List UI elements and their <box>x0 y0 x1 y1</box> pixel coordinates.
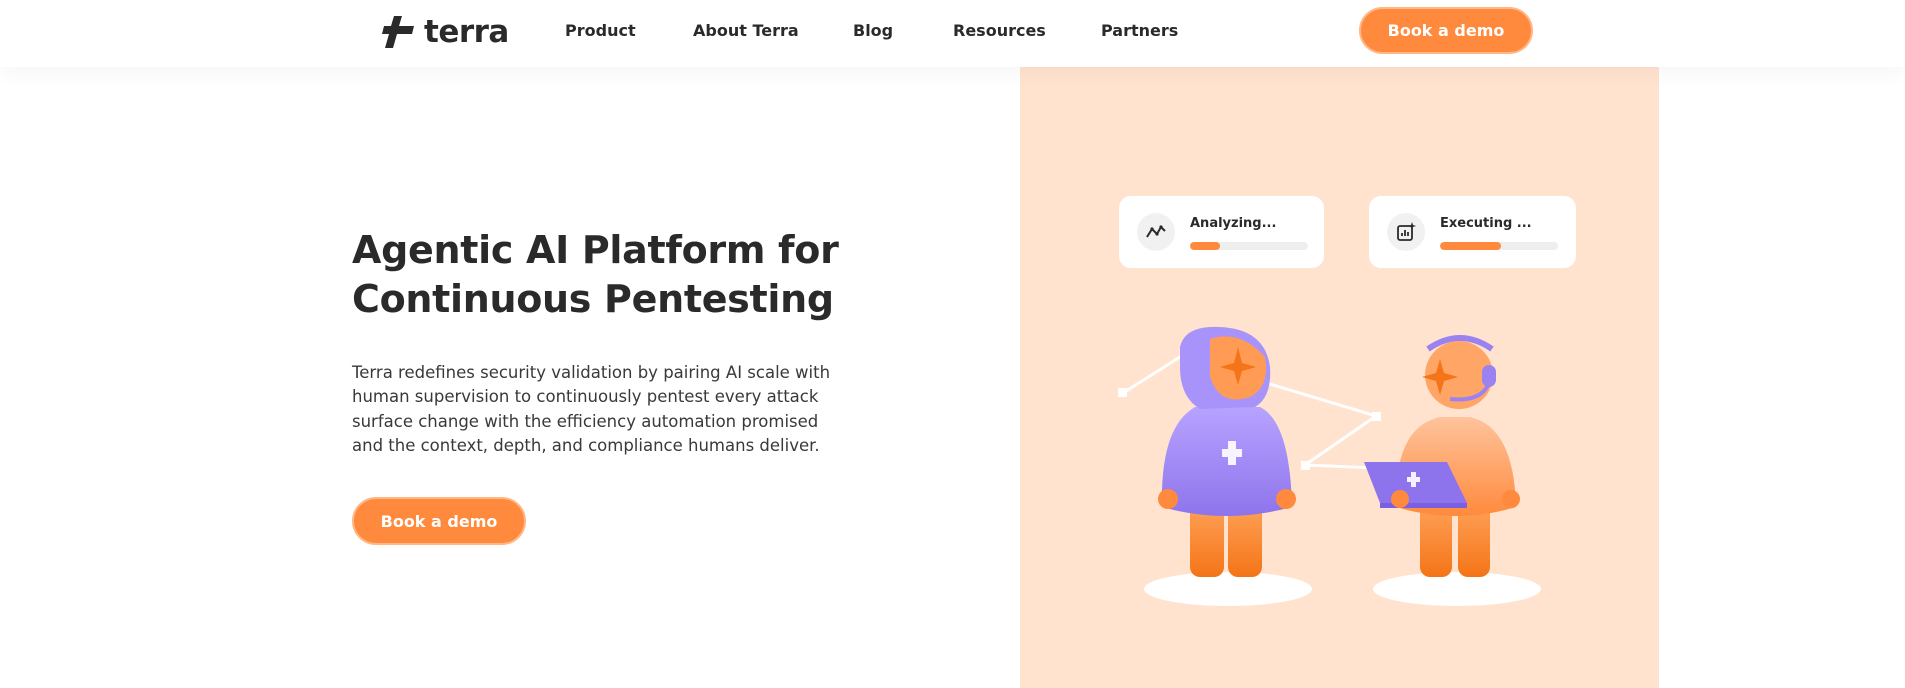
nav-link-partners[interactable]: Partners <box>1101 21 1178 40</box>
activity-line-icon <box>1137 213 1175 251</box>
top-navbar: terra Product About Terra Blog Resources… <box>0 0 1905 67</box>
terra-mark-icon <box>382 16 414 48</box>
floor-shadow-right <box>1373 572 1541 606</box>
hero-title-line-2: Continuous Pentesting <box>352 277 834 321</box>
nav-link-product[interactable]: Product <box>565 21 636 40</box>
hero-description: Terra redefines security validation by p… <box>352 363 831 455</box>
progress-bar-fill <box>1190 242 1220 250</box>
headset-agent-figure <box>1364 335 1520 577</box>
status-card-executing: Executing ... <box>1369 196 1576 268</box>
status-card-label: Executing ... <box>1440 216 1532 231</box>
nav-link-blog[interactable]: Blog <box>853 21 893 40</box>
hooded-agent-figure <box>1158 326 1296 577</box>
status-card-analyzing: Analyzing... <box>1119 196 1324 268</box>
chart-spark-icon <box>1387 213 1425 251</box>
floor-shadow-left <box>1144 572 1312 606</box>
hero-title-line-1: Agentic AI Platform for <box>352 228 839 272</box>
hero-book-demo-button[interactable]: Book a demo <box>352 497 526 545</box>
nav-book-demo-button[interactable]: Book a demo <box>1359 7 1533 54</box>
logo-wordmark: terra <box>424 14 509 50</box>
status-card-label: Analyzing... <box>1190 216 1277 231</box>
agents-illustration <box>1118 326 1541 606</box>
progress-bar <box>1190 242 1308 250</box>
progress-bar <box>1440 242 1558 250</box>
progress-bar-fill <box>1440 242 1502 250</box>
nav-link-resources[interactable]: Resources <box>953 21 1046 40</box>
nav-link-about-terra[interactable]: About Terra <box>693 21 799 40</box>
hero-title: Agentic AI Platform for Continuous Pente… <box>352 226 872 324</box>
terra-logo[interactable]: terra <box>380 14 509 50</box>
